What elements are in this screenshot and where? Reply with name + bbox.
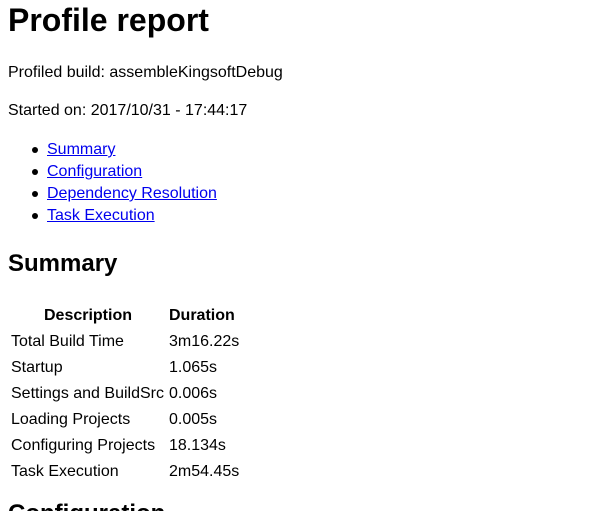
column-header-duration: Duration	[168, 307, 235, 324]
row-duration: 0.005s	[168, 411, 218, 428]
table-header-row: Description Duration	[10, 304, 240, 328]
row-description: Total Build Time	[11, 333, 124, 350]
summary-table: Description Duration Total Build Time 3m…	[8, 302, 242, 486]
row-duration: 3m16.22s	[168, 333, 240, 350]
table-row: Loading Projects 0.005s	[10, 408, 240, 432]
profiled-build-line: Profiled build: assembleKingsoftDebug	[8, 64, 283, 81]
configuration-heading: Configuration	[8, 500, 165, 511]
toc-link-dependency-resolution[interactable]: Dependency Resolution	[47, 185, 217, 202]
table-row: Configuring Projects 18.134s	[10, 434, 240, 458]
toc-link-task-execution[interactable]: Task Execution	[47, 207, 155, 224]
row-duration: 18.134s	[168, 437, 226, 454]
row-duration: 2m54.45s	[168, 463, 240, 480]
row-description: Configuring Projects	[11, 437, 156, 454]
toc-item-task-execution: Task Execution	[32, 205, 217, 227]
summary-heading: Summary	[8, 250, 118, 277]
row-description: Task Execution	[11, 463, 119, 480]
table-row: Task Execution 2m54.45s	[10, 460, 240, 484]
bullet-icon	[32, 169, 38, 175]
started-on-line: Started on: 2017/10/31 - 17:44:17	[8, 102, 248, 119]
toc-item-summary: Summary	[32, 139, 217, 161]
page-title: Profile report	[8, 2, 209, 38]
row-description: Loading Projects	[11, 411, 131, 428]
bullet-icon	[32, 147, 38, 153]
row-description: Settings and BuildSrc	[11, 385, 164, 402]
toc-item-configuration: Configuration	[32, 161, 217, 183]
row-description: Startup	[11, 359, 63, 376]
toc-link-summary[interactable]: Summary	[47, 141, 115, 158]
column-header-description: Description	[43, 307, 132, 324]
table-row: Settings and BuildSrc 0.006s	[10, 382, 240, 406]
toc-link-configuration[interactable]: Configuration	[47, 163, 142, 180]
row-duration: 0.006s	[168, 385, 218, 402]
toc-item-dependency-resolution: Dependency Resolution	[32, 183, 217, 205]
bullet-icon	[32, 191, 38, 197]
table-row: Startup 1.065s	[10, 356, 240, 380]
table-row: Total Build Time 3m16.22s	[10, 330, 240, 354]
row-duration: 1.065s	[168, 359, 218, 376]
bullet-icon	[32, 213, 38, 219]
table-of-contents: Summary Configuration Dependency Resolut…	[8, 139, 217, 227]
